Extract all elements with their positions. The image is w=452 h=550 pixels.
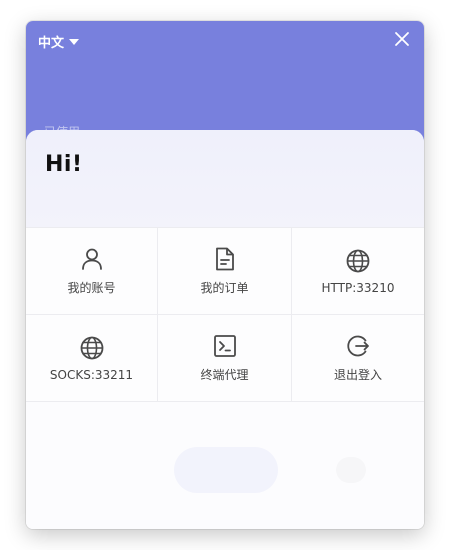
menu-item-label: 我的账号	[67, 281, 116, 295]
menu-item-label: 我的订单	[200, 281, 249, 295]
menu-item-label: SOCKS:33211	[49, 367, 134, 382]
close-icon[interactable]	[392, 29, 412, 49]
menu-item-my-account[interactable]: 我的账号	[26, 228, 158, 315]
menu-item-my-orders[interactable]: 我的订单	[158, 228, 292, 315]
caret-down-icon	[69, 39, 80, 45]
menu-item-socks-proxy[interactable]: SOCKS:33211	[26, 315, 158, 402]
language-label: 中文	[38, 36, 65, 51]
popup-window: 中文 已使用 Hi! 我的账号	[26, 21, 424, 529]
language-selector[interactable]: 中文	[38, 32, 80, 51]
document-icon	[215, 247, 234, 271]
menu-item-label: HTTP:33210	[321, 280, 395, 295]
menu-item-http-proxy[interactable]: HTTP:33210	[292, 228, 424, 315]
menu-item-terminal-proxy[interactable]: 终端代理	[158, 315, 292, 402]
menu-item-label: 终端代理	[200, 368, 249, 382]
greeting-text: Hi!	[45, 152, 83, 177]
background-button-shadow	[174, 447, 278, 493]
globe-icon	[80, 336, 103, 359]
user-icon	[81, 248, 102, 270]
menu-grid: 我的账号 我的订单 HTTP:33210 SOCKS:33211 终端代理 退出…	[26, 227, 424, 402]
logout-icon	[347, 335, 369, 357]
menu-item-label: 退出登入	[333, 368, 382, 382]
menu-item-logout[interactable]: 退出登入	[292, 315, 424, 402]
globe-icon	[346, 249, 370, 272]
background-decoration	[336, 457, 366, 483]
terminal-icon	[213, 335, 236, 357]
greeting-area: Hi!	[26, 130, 424, 227]
